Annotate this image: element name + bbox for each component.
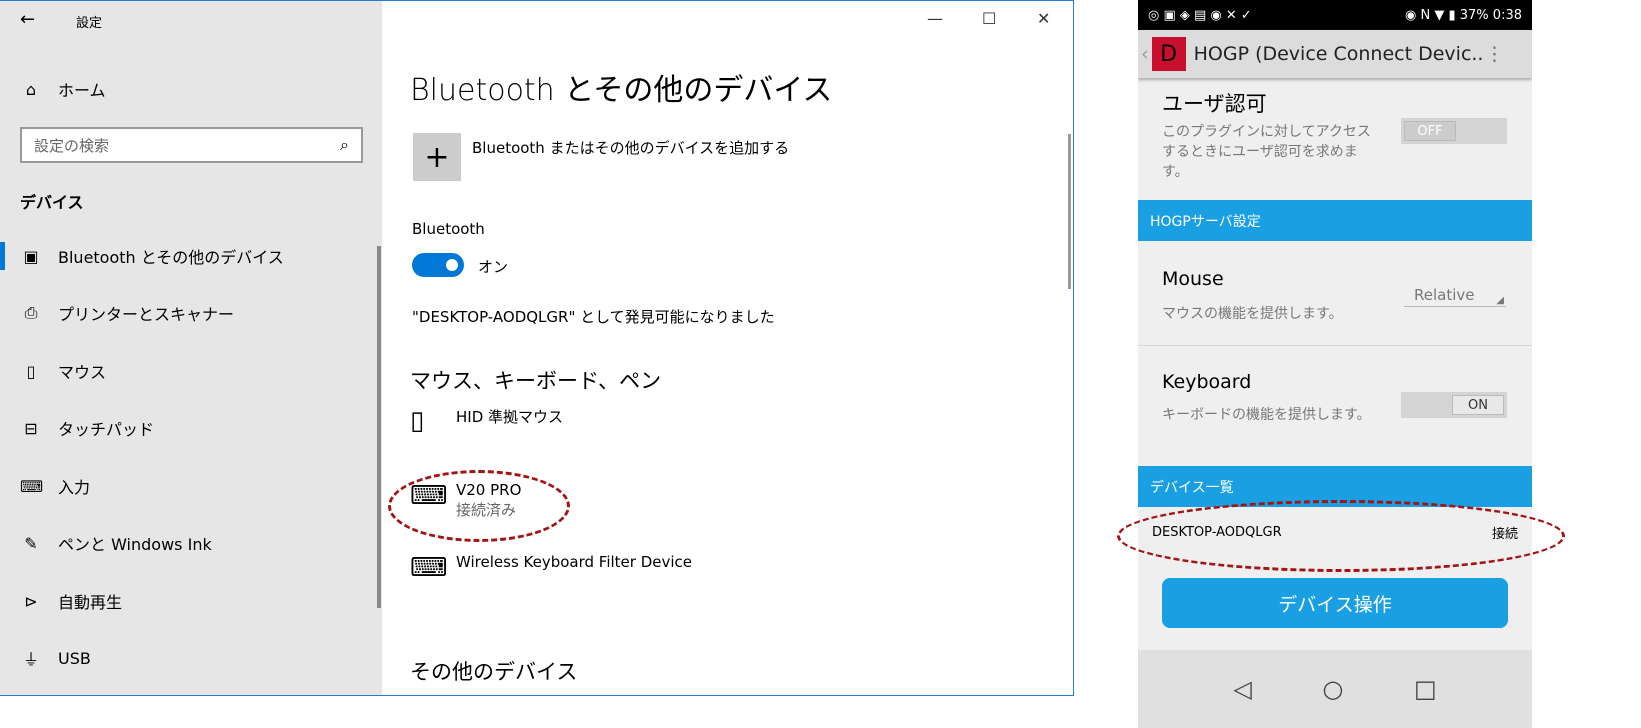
- navigation-bar: ◁ ○ □: [1138, 650, 1532, 728]
- app-title: HOGP (Device Connect Devic..: [1193, 43, 1484, 65]
- item-label: Bluetooth とその他のデバイス: [58, 248, 284, 267]
- device-name: HID 準拠マウス: [456, 408, 564, 426]
- app-icon: D: [1151, 37, 1186, 71]
- clock: 0:38: [1492, 7, 1522, 23]
- item-label: マウス: [58, 363, 107, 382]
- sidebar-item-bluetooth[interactable]: ▣ Bluetooth とその他のデバイス: [0, 236, 382, 276]
- search-icon: ⌕: [340, 135, 349, 154]
- battery-level: 37%: [1459, 7, 1489, 23]
- section-other-devices: その他のデバイス: [410, 660, 578, 684]
- add-device-label[interactable]: Bluetooth またはその他のデバイスを追加する: [472, 137, 789, 158]
- sidebar-item-touchpad[interactable]: ⊟ タッチパッド: [0, 408, 382, 448]
- page-title: Bluetooth とその他のデバイス: [410, 73, 833, 108]
- app-toolbar: ‹ D HOGP (Device Connect Devic.. ⋮: [1138, 30, 1532, 78]
- back-icon[interactable]: ←: [20, 9, 35, 30]
- dropdown-icon: ◢: [1496, 295, 1504, 306]
- search-input[interactable]: 設定の検索 ⌕: [20, 127, 363, 163]
- item-label: USB: [58, 648, 91, 668]
- search-placeholder: 設定の検索: [34, 136, 110, 155]
- android-screen: ◎ ▣ ◈ ▤ ◉ ✕ ✓ ◉ N ▼ ▮ 37% 0:38 ‹ D HOGP (De…: [1138, 0, 1532, 728]
- bluetooth-state: オン: [478, 258, 509, 276]
- keyboard-desc: キーボードの機能を提供します。: [1162, 407, 1371, 423]
- keyboard-toggle[interactable]: ON: [1401, 392, 1507, 418]
- mouse-icon: ▯: [410, 406, 425, 436]
- status-icons: ◉ N ▼ ▮: [1405, 7, 1460, 23]
- back-chevron-icon[interactable]: ‹: [1141, 43, 1149, 65]
- device-name: Wireless Keyboard Filter Device: [456, 553, 693, 571]
- pen-icon: ✎: [24, 533, 38, 553]
- sidebar-item-pen[interactable]: ✎ ペンと Windows Ink: [0, 523, 382, 563]
- minimize-button[interactable]: —: [927, 9, 943, 28]
- toggle-off-label: OFF: [1404, 121, 1456, 141]
- divider: [1138, 345, 1532, 346]
- status-bar: ◎ ▣ ◈ ▤ ◉ ✕ ✓ ◉ N ▼ ▮ 37% 0:38: [1138, 0, 1532, 30]
- mouse-mode-select[interactable]: Relative ◢: [1404, 284, 1506, 307]
- sidebar-item-printer[interactable]: ⎙ プリンターとスキャナー: [0, 293, 382, 333]
- sidebar-item-input[interactable]: ⌨ 入力: [0, 466, 382, 506]
- item-label: プリンターとスキャナー: [58, 305, 235, 324]
- bluetooth-label: Bluetooth: [412, 220, 485, 238]
- keyboard-icon: ⌨: [410, 553, 448, 583]
- item-label: 自動再生: [58, 593, 123, 612]
- keyboard-title: Keyboard: [1162, 371, 1252, 393]
- device-item[interactable]: ⌨ Wireless Keyboard Filter Device: [410, 553, 692, 583]
- home-nav-icon[interactable]: ○: [1322, 675, 1343, 703]
- autoplay-icon: ⊳: [24, 591, 38, 611]
- bluetooth-devices-icon: ▣: [23, 246, 39, 266]
- auth-toggle[interactable]: OFF: [1401, 118, 1507, 144]
- window-title: 設定: [76, 16, 103, 31]
- sidebar-scrollbar[interactable]: [377, 246, 381, 608]
- auth-desc: このプラグインに対してアクセスするときにユーザ認可を求めます。: [1162, 124, 1371, 180]
- section-heading: デバイス: [20, 193, 84, 212]
- add-device-button[interactable]: +: [413, 133, 461, 181]
- server-settings-header: HOGPサーバ設定: [1138, 200, 1532, 241]
- bluetooth-toggle[interactable]: [412, 253, 464, 277]
- item-label: 入力: [58, 478, 91, 497]
- mouse-desc: マウスの機能を提供します。: [1162, 306, 1343, 322]
- annotation-ellipse: [388, 470, 570, 542]
- back-nav-icon[interactable]: ◁: [1233, 675, 1251, 703]
- recents-nav-icon[interactable]: □: [1414, 675, 1437, 703]
- notification-icons: ◎ ▣ ◈ ▤ ◉ ✕ ✓: [1148, 7, 1252, 23]
- printer-icon: ⎙: [24, 303, 38, 322]
- home-label: ホーム: [58, 81, 106, 100]
- discoverable-text: "DESKTOP-AODQLGR" として発見可能になりました: [412, 308, 775, 326]
- close-button[interactable]: ✕: [1037, 9, 1050, 28]
- sidebar-item-usb[interactable]: ⏚ USB: [0, 638, 382, 678]
- device-operation-button[interactable]: デバイス操作: [1162, 578, 1508, 628]
- keyboard-icon: ⌨: [20, 476, 44, 496]
- overflow-menu-icon[interactable]: ⋮: [1485, 43, 1504, 65]
- auth-title: ユーザ認可: [1162, 92, 1267, 116]
- item-label: タッチパッド: [58, 420, 155, 439]
- main-scrollbar[interactable]: [1068, 134, 1071, 289]
- usb-icon: ⏚: [22, 650, 39, 669]
- item-label: ペンと Windows Ink: [58, 535, 212, 554]
- toggle-on-label: ON: [1452, 395, 1504, 415]
- home-icon: ⌂: [25, 79, 37, 99]
- sidebar-item-autoplay[interactable]: ⊳ 自動再生: [0, 581, 382, 621]
- sidebar-item-home[interactable]: ⌂ ホーム: [0, 69, 382, 109]
- mouse-title: Mouse: [1162, 268, 1224, 290]
- settings-window: ← 設定 ⌂ ホーム 設定の検索 ⌕ デバイス ▣ Bluetooth とその他のデバ…: [0, 0, 1074, 696]
- mouse-mode-value: Relative: [1414, 286, 1475, 304]
- section-mouse-keyboard-pen: マウス、キーボード、ペン: [410, 369, 662, 393]
- touchpad-icon: ⊟: [24, 418, 38, 438]
- annotation-ellipse: [1117, 500, 1565, 572]
- maximize-button[interactable]: ☐: [982, 9, 996, 28]
- plus-icon: +: [424, 139, 450, 175]
- mouse-icon: ▯: [26, 361, 36, 381]
- sidebar-item-mouse[interactable]: ▯ マウス: [0, 351, 382, 391]
- device-item[interactable]: ▯ HID 準拠マウス: [410, 406, 563, 436]
- sidebar: ← 設定 ⌂ ホーム 設定の検索 ⌕ デバイス ▣ Bluetooth とその他のデバ…: [0, 1, 382, 695]
